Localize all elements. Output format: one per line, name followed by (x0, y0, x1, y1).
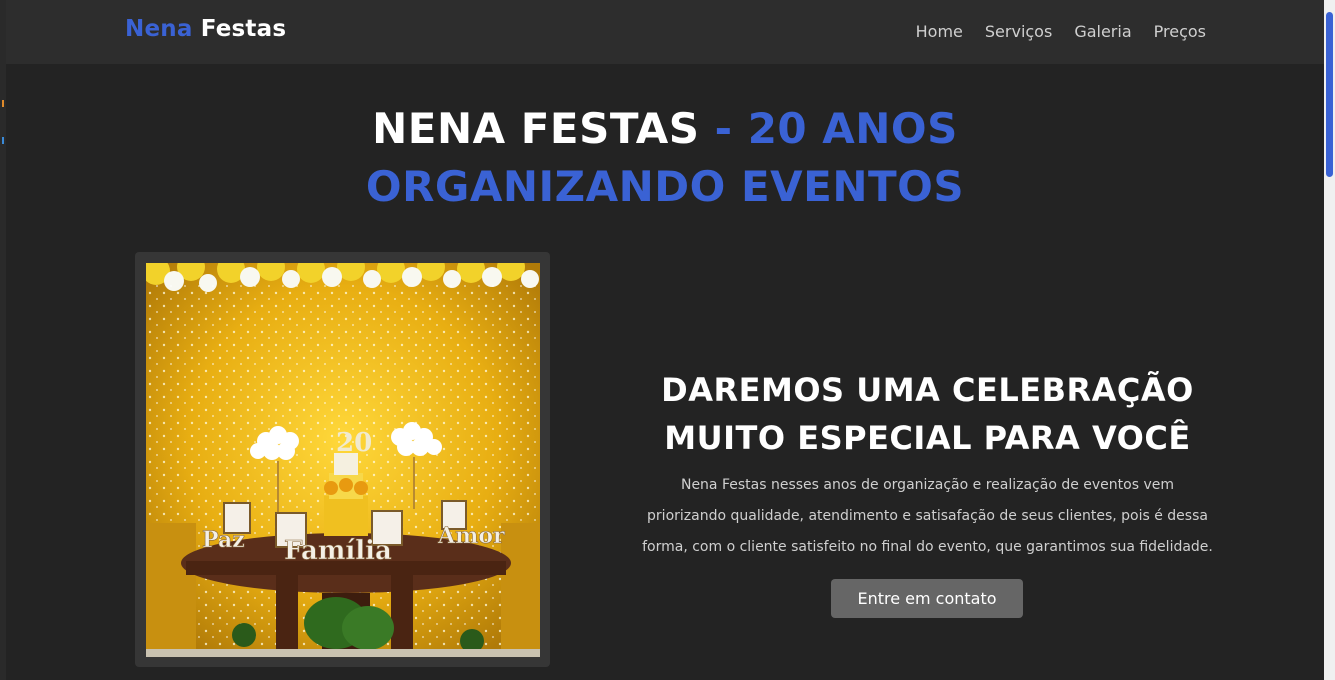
photo-word-left: Paz (202, 527, 245, 553)
hero-title-blue: - 20 ANOS (714, 104, 958, 153)
navbar: Nena Festas Home Serviços Galeria Preços (6, 0, 1324, 64)
photo-word-center: Família (284, 536, 392, 566)
page-scrollbar[interactable] (1324, 0, 1335, 680)
party-decoration-illustration: 20 Paz Família Amor (146, 263, 540, 657)
brand-logo[interactable]: Nena Festas (125, 16, 286, 42)
scrollbar-thumb[interactable] (1326, 12, 1333, 177)
brand-name-first: Nena (125, 16, 193, 42)
nav-link-servicos[interactable]: Serviços (985, 22, 1052, 41)
description-paragraph: Nena Festas nesses anos de organização e… (642, 477, 1213, 555)
party-table-photo: 20 Paz Família Amor (146, 263, 540, 657)
hero-title-white: NENA FESTAS (372, 104, 700, 153)
brand-name-second: Festas (200, 16, 287, 42)
hero-title: NENA FESTAS - 20 ANOS ORGANIZANDO EVENTO… (6, 100, 1324, 216)
tagline-heading: DAREMOS UMA CELEBRAÇÃO MUITO ESPECIAL PA… (640, 366, 1215, 462)
edge-marker (2, 137, 4, 144)
nav-link-home[interactable]: Home (916, 22, 963, 41)
photo-frame: 20 Paz Família Amor (135, 252, 550, 667)
svg-text:20: 20 (336, 428, 372, 458)
tagline-line2: MUITO ESPECIAL PARA VOCÊ (664, 419, 1191, 457)
nav-menu: Home Serviços Galeria Preços (916, 22, 1206, 41)
photo-word-right: Amor (437, 523, 505, 549)
tagline-line1: DAREMOS UMA CELEBRAÇÃO (661, 371, 1194, 409)
contact-button[interactable]: Entre em contato (831, 579, 1023, 618)
hero-subtitle-blue: ORGANIZANDO EVENTOS (365, 162, 965, 211)
nav-link-galeria[interactable]: Galeria (1074, 22, 1131, 41)
edge-marker (2, 100, 4, 107)
nav-link-precos[interactable]: Preços (1154, 22, 1206, 41)
